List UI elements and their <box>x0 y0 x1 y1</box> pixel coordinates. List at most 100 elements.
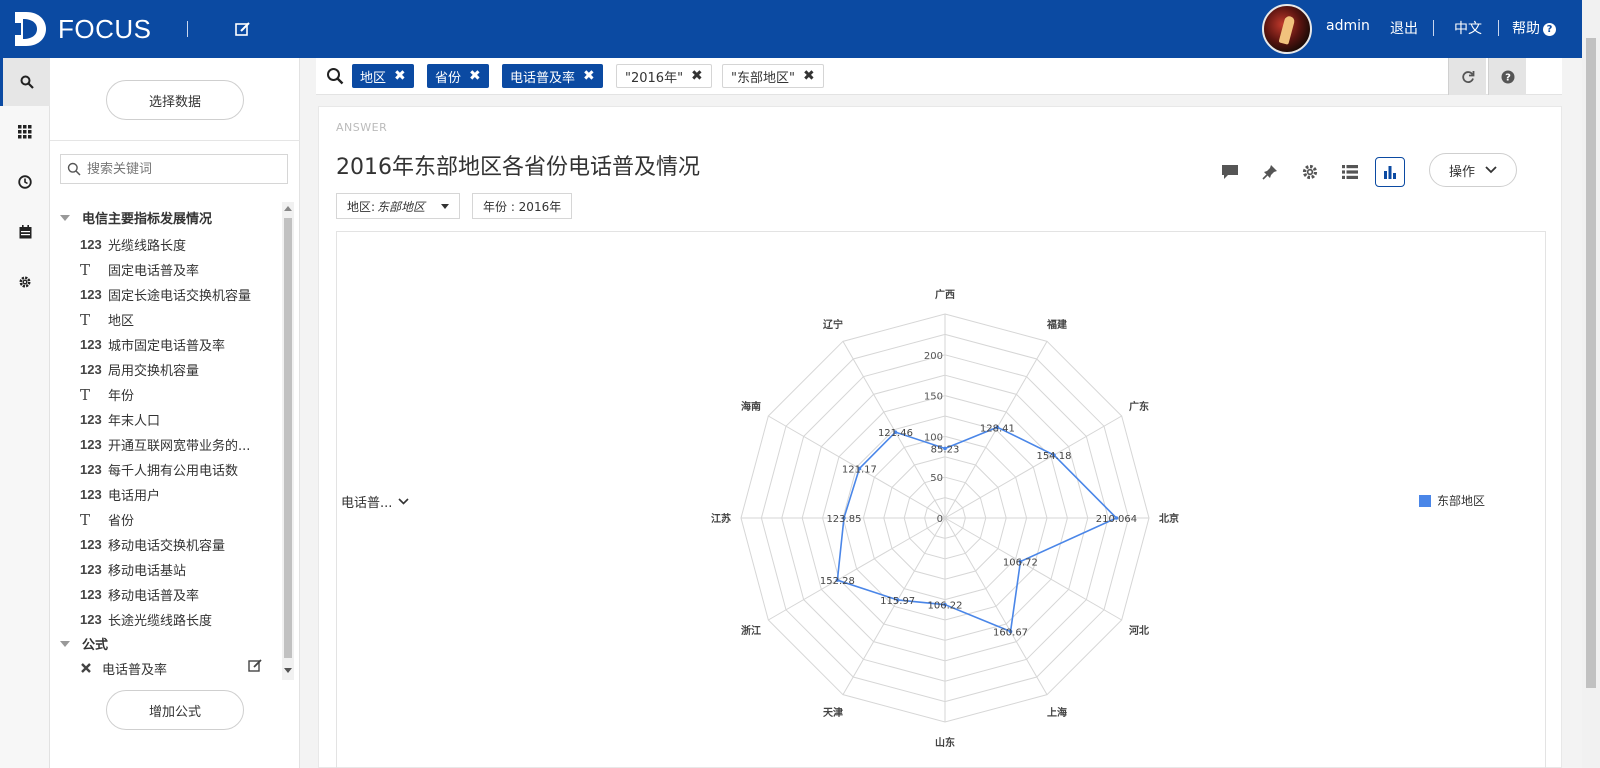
chart-settings-button[interactable] <box>1295 157 1325 187</box>
category-label: 河北 <box>1129 624 1149 637</box>
field-item[interactable]: 123 移动电话普及率 <box>80 582 280 607</box>
field-item[interactable]: 123 固定长途电话交换机容量 <box>80 282 280 307</box>
data-value-label: 154.18 <box>1036 451 1071 462</box>
query-token[interactable]: 地区 ✖ <box>352 64 414 88</box>
comment-button[interactable] <box>1215 157 1245 187</box>
region-filter-dropdown[interactable]: 地区: 东部地区 <box>336 193 461 219</box>
field-item[interactable]: 123 年末人口 <box>80 407 280 432</box>
rail-history-button[interactable] <box>0 158 50 206</box>
field-item[interactable]: T 年份 <box>80 382 280 407</box>
field-item[interactable]: 123 开通互联网宽带业务的... <box>80 432 280 457</box>
category-label: 辽宁 <box>823 318 843 331</box>
settings-icon <box>19 276 31 288</box>
query-help-button[interactable]: ? <box>1488 58 1526 95</box>
field-name: 固定电话普及率 <box>108 264 200 279</box>
data-value-label: 121.17 <box>842 465 877 476</box>
table-view-button[interactable] <box>1335 157 1365 187</box>
header-divider <box>1498 20 1499 36</box>
field-name: 年末人口 <box>108 414 161 429</box>
data-value-label: 85.23 <box>931 444 960 455</box>
remove-token-icon[interactable]: ✖ <box>583 68 595 84</box>
language-link[interactable]: 中文 <box>1454 18 1482 38</box>
query-token[interactable]: "东部地区" ✖ <box>722 64 824 88</box>
pin-button[interactable] <box>1255 157 1285 187</box>
answer-title: 2016年东部地区各省份电话普及情况 <box>336 155 700 180</box>
field-item[interactable]: T 省份 <box>80 507 280 532</box>
category-label: 上海 <box>1047 706 1067 719</box>
field-item[interactable]: 123 移动电话交换机容量 <box>80 532 280 557</box>
field-item[interactable]: 123 电话用户 <box>80 482 280 507</box>
radar-spoke <box>944 415 1122 519</box>
category-label: 广东 <box>1129 400 1149 413</box>
field-list-scrollbar[interactable] <box>282 202 294 680</box>
formula-item[interactable]: 电话普及率 <box>80 656 270 680</box>
user-avatar[interactable] <box>1262 4 1312 54</box>
collapse-triangle-icon <box>60 640 70 647</box>
rail-calendar-button[interactable] <box>0 208 50 256</box>
field-list: 123 光缆线路长度 T 固定电话普及率 123 固定长途电话交换机容量 T 地区 123 城市固… <box>80 232 280 632</box>
username-link[interactable]: admin <box>1326 18 1370 34</box>
field-item[interactable]: 123 长途光缆线路长度 <box>80 607 280 632</box>
top-header: FOCUS admin 退出 中文 帮助? <box>0 0 1600 58</box>
formula-group-header[interactable]: 公式 <box>60 634 108 653</box>
data-value-label: 106.72 <box>1003 558 1038 569</box>
keyword-search-box[interactable] <box>60 154 288 184</box>
field-item[interactable]: 123 每千人拥有公用电话数 <box>80 457 280 482</box>
category-label: 山东 <box>935 736 955 749</box>
rail-settings-button[interactable] <box>0 258 50 306</box>
field-item[interactable]: 123 局用交换机容量 <box>80 357 280 382</box>
number-type-icon: 123 <box>80 487 102 502</box>
scroll-up-arrow-icon[interactable] <box>284 206 292 211</box>
page-scrollbar[interactable] <box>1582 0 1600 768</box>
operations-label: 操作 <box>1448 164 1475 180</box>
help-link[interactable]: 帮助? <box>1512 18 1556 38</box>
edit-icon[interactable] <box>234 20 252 38</box>
field-item[interactable]: T 固定电话普及率 <box>80 257 280 282</box>
rail-search-button[interactable] <box>0 58 50 106</box>
chart-area: 电话普... 0 50 100 150 200 广西 福建 广东 北京 河北 上海 山东 天津 浙江 江苏海… <box>336 231 1546 768</box>
year-filter-chip[interactable]: 年份 : 2016年 <box>472 193 573 219</box>
field-item[interactable]: T 地区 <box>80 307 280 332</box>
refresh-button[interactable] <box>1448 58 1486 95</box>
select-data-button[interactable]: 选择数据 <box>106 80 244 120</box>
field-item[interactable]: 123 移动电话基站 <box>80 557 280 582</box>
radial-tick-label: 50 <box>930 473 943 484</box>
field-name: 电话用户 <box>108 489 161 504</box>
measure-label: 电话普... <box>341 496 393 511</box>
header-divider <box>1433 20 1434 36</box>
edit-icon[interactable] <box>248 658 263 673</box>
comment-icon <box>1222 165 1238 179</box>
scrollbar-thumb[interactable] <box>284 218 292 658</box>
scroll-down-arrow-icon[interactable] <box>284 668 292 673</box>
radar-spoke <box>944 517 1122 621</box>
number-type-icon: 123 <box>80 587 102 602</box>
query-token[interactable]: "2016年" ✖ <box>616 64 712 88</box>
field-item[interactable]: 123 城市固定电话普及率 <box>80 332 280 357</box>
header-divider <box>187 21 188 37</box>
measure-selector[interactable]: 电话普... <box>341 492 409 511</box>
formula-name: 电话普及率 <box>102 662 168 678</box>
remove-token-icon[interactable]: ✖ <box>691 68 703 84</box>
remove-token-icon[interactable]: ✖ <box>394 68 406 84</box>
chart-legend[interactable]: 东部地区 <box>1419 492 1485 509</box>
remove-token-icon[interactable]: ✖ <box>803 68 815 84</box>
add-formula-button[interactable]: 增加公式 <box>106 690 244 730</box>
data-value-label: 152.28 <box>820 576 855 587</box>
logout-link[interactable]: 退出 <box>1390 18 1418 38</box>
field-name: 开通互联网宽带业务的... <box>108 439 251 454</box>
data-source-group-header[interactable]: 电信主要指标发展情况 <box>60 208 212 227</box>
text-type-icon: T <box>80 510 91 529</box>
category-label: 广西 <box>935 288 955 301</box>
remove-token-icon[interactable]: ✖ <box>469 68 481 84</box>
keyword-search-input[interactable] <box>87 159 283 179</box>
close-icon[interactable] <box>80 662 92 674</box>
rail-apps-button[interactable] <box>0 108 50 156</box>
page-scrollbar-thumb[interactable] <box>1586 38 1596 688</box>
query-token[interactable]: 省份 ✖ <box>427 64 489 88</box>
query-token[interactable]: 电话普及率 ✖ <box>502 64 603 88</box>
field-item[interactable]: 123 光缆线路长度 <box>80 232 280 257</box>
number-type-icon: 123 <box>80 612 102 627</box>
chart-view-button[interactable] <box>1375 157 1405 187</box>
operations-dropdown[interactable]: 操作 <box>1429 153 1517 187</box>
search-icon <box>67 162 81 176</box>
